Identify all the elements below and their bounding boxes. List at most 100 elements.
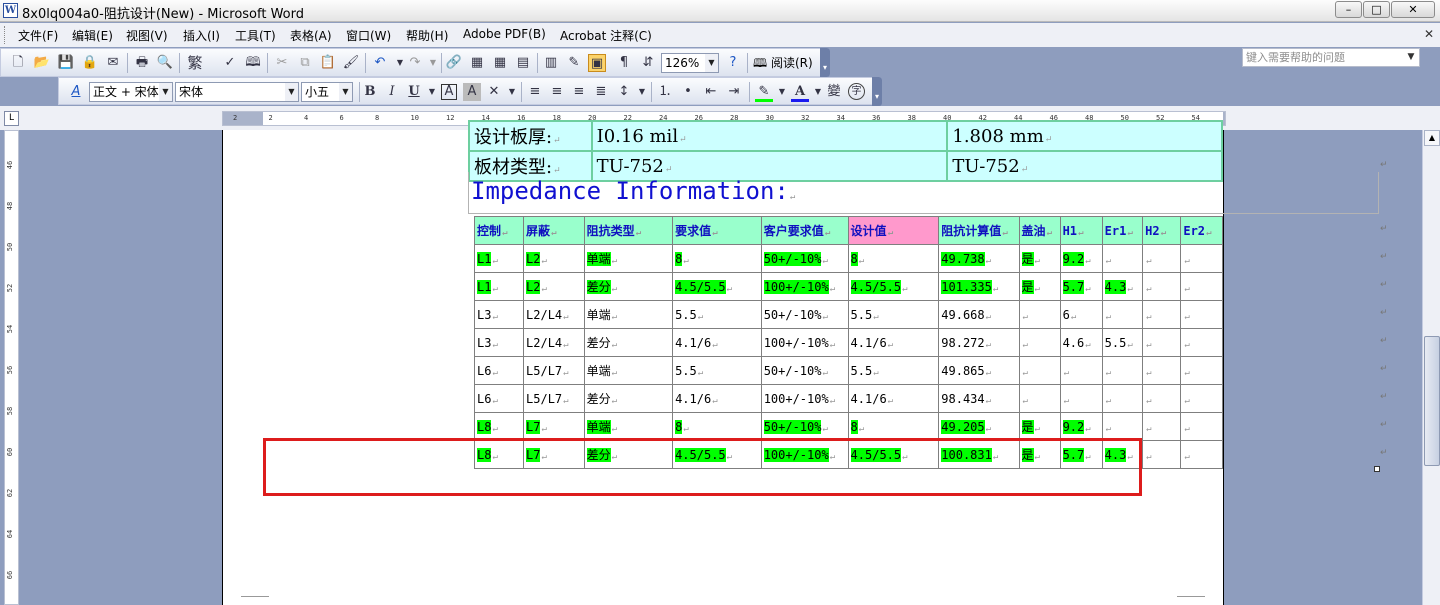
format-painter-icon[interactable]: 🖌 <box>342 54 360 72</box>
table-cell[interactable]: L2↵ <box>523 272 585 301</box>
table-header-cell[interactable]: 盖油↵ <box>1018 216 1061 245</box>
table-cell[interactable]: 4.5/5.5↵ <box>847 272 940 301</box>
table-cell[interactable]: 4.6↵ <box>1059 328 1103 357</box>
table-cell[interactable]: ↵ <box>1101 356 1144 385</box>
table-header-cell[interactable]: 阻抗计算值↵ <box>938 216 1020 245</box>
table-cell[interactable]: ↵ <box>1180 384 1223 413</box>
underline-icon[interactable]: U <box>405 83 423 101</box>
document-map-icon[interactable]: ▣ <box>588 54 606 72</box>
copy-icon[interactable]: ⧉ <box>296 54 314 72</box>
table-resize-handle[interactable] <box>1374 466 1380 472</box>
table-cell[interactable]: 5.7↵ <box>1059 272 1103 301</box>
table-cell[interactable]: 单端↵ <box>583 412 674 441</box>
font-size-select[interactable]: 小五 ▼ <box>301 82 353 102</box>
table-cell[interactable]: 5.5↵ <box>672 300 762 329</box>
italic-icon[interactable]: I <box>383 83 401 101</box>
table-cell[interactable]: ↵ <box>1018 356 1061 385</box>
table-cell[interactable]: 4.1/6↵ <box>847 384 940 413</box>
table-cell[interactable]: I0.16 mil↵ <box>590 120 949 152</box>
table-cell[interactable]: ↵ <box>1142 440 1182 469</box>
table-cell[interactable]: L3↵ <box>473 328 525 357</box>
spelling-icon[interactable]: ✓ <box>221 54 239 72</box>
menu-file[interactable]: 文件(F) <box>18 27 58 44</box>
table-cell[interactable]: ↵ <box>1101 412 1144 441</box>
table-cell[interactable]: 98.434↵ <box>938 384 1020 413</box>
help-dropdown-icon[interactable]: ▼ <box>1404 49 1418 66</box>
table-cell[interactable]: L1↵ <box>473 244 525 273</box>
table-cell[interactable]: 4.1/6↵ <box>672 328 762 357</box>
show-paragraph-icon[interactable]: ¶ <box>615 54 633 72</box>
scroll-up-icon[interactable]: ▲ <box>1424 130 1440 146</box>
style-select[interactable]: 正文 + 宋体 ▼ <box>89 82 173 102</box>
character-shading-icon[interactable]: A <box>463 83 481 101</box>
table-cell[interactable]: ↵ <box>1018 328 1061 357</box>
table-cell[interactable]: 1.808 mm↵ <box>946 120 1223 152</box>
table-cell[interactable]: 6↵ <box>1059 300 1103 329</box>
table-cell[interactable]: ↵ <box>1180 356 1223 385</box>
table-cell[interactable]: ↵ <box>1101 384 1144 413</box>
phonetic-guide-icon[interactable]: 變 <box>825 83 843 101</box>
table-header-cell[interactable]: 控制↵ <box>473 216 525 245</box>
table-cell[interactable]: L6↵ <box>473 356 525 385</box>
menu-window[interactable]: 窗口(W) <box>346 27 391 44</box>
table-cell[interactable]: 是↵ <box>1018 272 1061 301</box>
redo-dropdown-icon[interactable]: ▼ <box>424 54 442 72</box>
menu-insert[interactable]: 插入(I) <box>183 27 220 44</box>
table-cell[interactable]: L3↵ <box>473 300 525 329</box>
word-app-icon[interactable]: W <box>3 3 18 18</box>
table-cell[interactable]: 4.1/6↵ <box>672 384 762 413</box>
table-cell[interactable]: 5.5↵ <box>847 356 940 385</box>
table-cell[interactable]: ↵ <box>1101 244 1144 273</box>
zoom-select[interactable]: 126% ▼ <box>661 53 719 73</box>
style-dropdown-icon[interactable]: ▼ <box>159 83 172 101</box>
table-header-cell[interactable]: H2↵ <box>1142 216 1182 245</box>
maximize-button[interactable]: □ <box>1363 1 1390 18</box>
email-icon[interactable]: ✉ <box>104 54 122 72</box>
table-cell[interactable]: 50+/-10%↵ <box>760 356 849 385</box>
table-cell[interactable]: L7↵ <box>523 412 585 441</box>
table-cell[interactable]: 98.272↵ <box>938 328 1020 357</box>
table-cell[interactable]: 8↵ <box>672 412 762 441</box>
font-dropdown-icon[interactable]: ▼ <box>285 83 298 101</box>
character-border-icon[interactable]: A <box>441 84 457 100</box>
table-cell[interactable]: 8↵ <box>847 412 940 441</box>
traditional-chinese-icon[interactable]: 繁 <box>186 54 204 72</box>
font-select[interactable]: 宋体 ▼ <box>175 82 299 102</box>
vertical-scrollbar[interactable]: ▲ <box>1422 130 1440 605</box>
table-cell[interactable]: 50+/-10%↵ <box>760 244 849 273</box>
table-cell[interactable]: 8↵ <box>847 244 940 273</box>
numbering-icon[interactable]: ⒈ <box>656 83 674 101</box>
table-cell[interactable]: 5.5↵ <box>672 356 762 385</box>
table-cell[interactable]: 4.5/5.5↵ <box>672 272 762 301</box>
table-cell[interactable]: 50+/-10%↵ <box>760 412 849 441</box>
new-document-icon[interactable]: 🗋 <box>9 54 27 72</box>
tables-borders-icon[interactable]: ▦ <box>468 54 486 72</box>
toolbar-options-icon[interactable]: ▾ <box>820 48 830 77</box>
bold-icon[interactable]: B <box>361 83 379 101</box>
tab-selector-icon[interactable]: L <box>4 111 19 126</box>
vertical-ruler[interactable]: 46 48 50 52 54 56 58 60 62 64 66 <box>4 130 19 605</box>
print-icon[interactable]: 🖶 <box>133 54 151 72</box>
table-cell[interactable]: ↵ <box>1142 244 1182 273</box>
increase-indent-icon[interactable]: ⇥ <box>725 83 743 101</box>
print-preview-icon[interactable]: 🔍 <box>156 54 174 72</box>
table-cell[interactable]: L6↵ <box>473 384 525 413</box>
close-document-icon[interactable]: ✕ <box>1424 27 1434 41</box>
scale-dropdown-icon[interactable]: ▼ <box>503 83 521 101</box>
underline-dropdown-icon[interactable]: ▼ <box>423 83 441 101</box>
decrease-indent-icon[interactable]: ⇤ <box>702 83 720 101</box>
enclose-characters-icon[interactable]: 字 <box>848 83 865 100</box>
table-cell[interactable]: ↵ <box>1101 300 1144 329</box>
table-cell[interactable]: L8↵ <box>473 412 525 441</box>
menu-view[interactable]: 视图(V) <box>126 27 168 44</box>
table-cell[interactable]: ↵ <box>1180 300 1223 329</box>
zoom-dropdown-icon[interactable]: ▼ <box>705 54 718 72</box>
menu-help[interactable]: 帮助(H) <box>406 27 448 44</box>
align-right-icon[interactable]: ≡ <box>570 83 588 101</box>
table-cell[interactable]: ↵ <box>1142 384 1182 413</box>
table-cell[interactable]: 5.5↵ <box>847 300 940 329</box>
table-header-cell[interactable]: Er1↵ <box>1101 216 1144 245</box>
open-icon[interactable]: 📂 <box>33 54 51 72</box>
table-cell[interactable]: L2↵ <box>523 244 585 273</box>
table-header-cell[interactable]: H1↵ <box>1059 216 1103 245</box>
